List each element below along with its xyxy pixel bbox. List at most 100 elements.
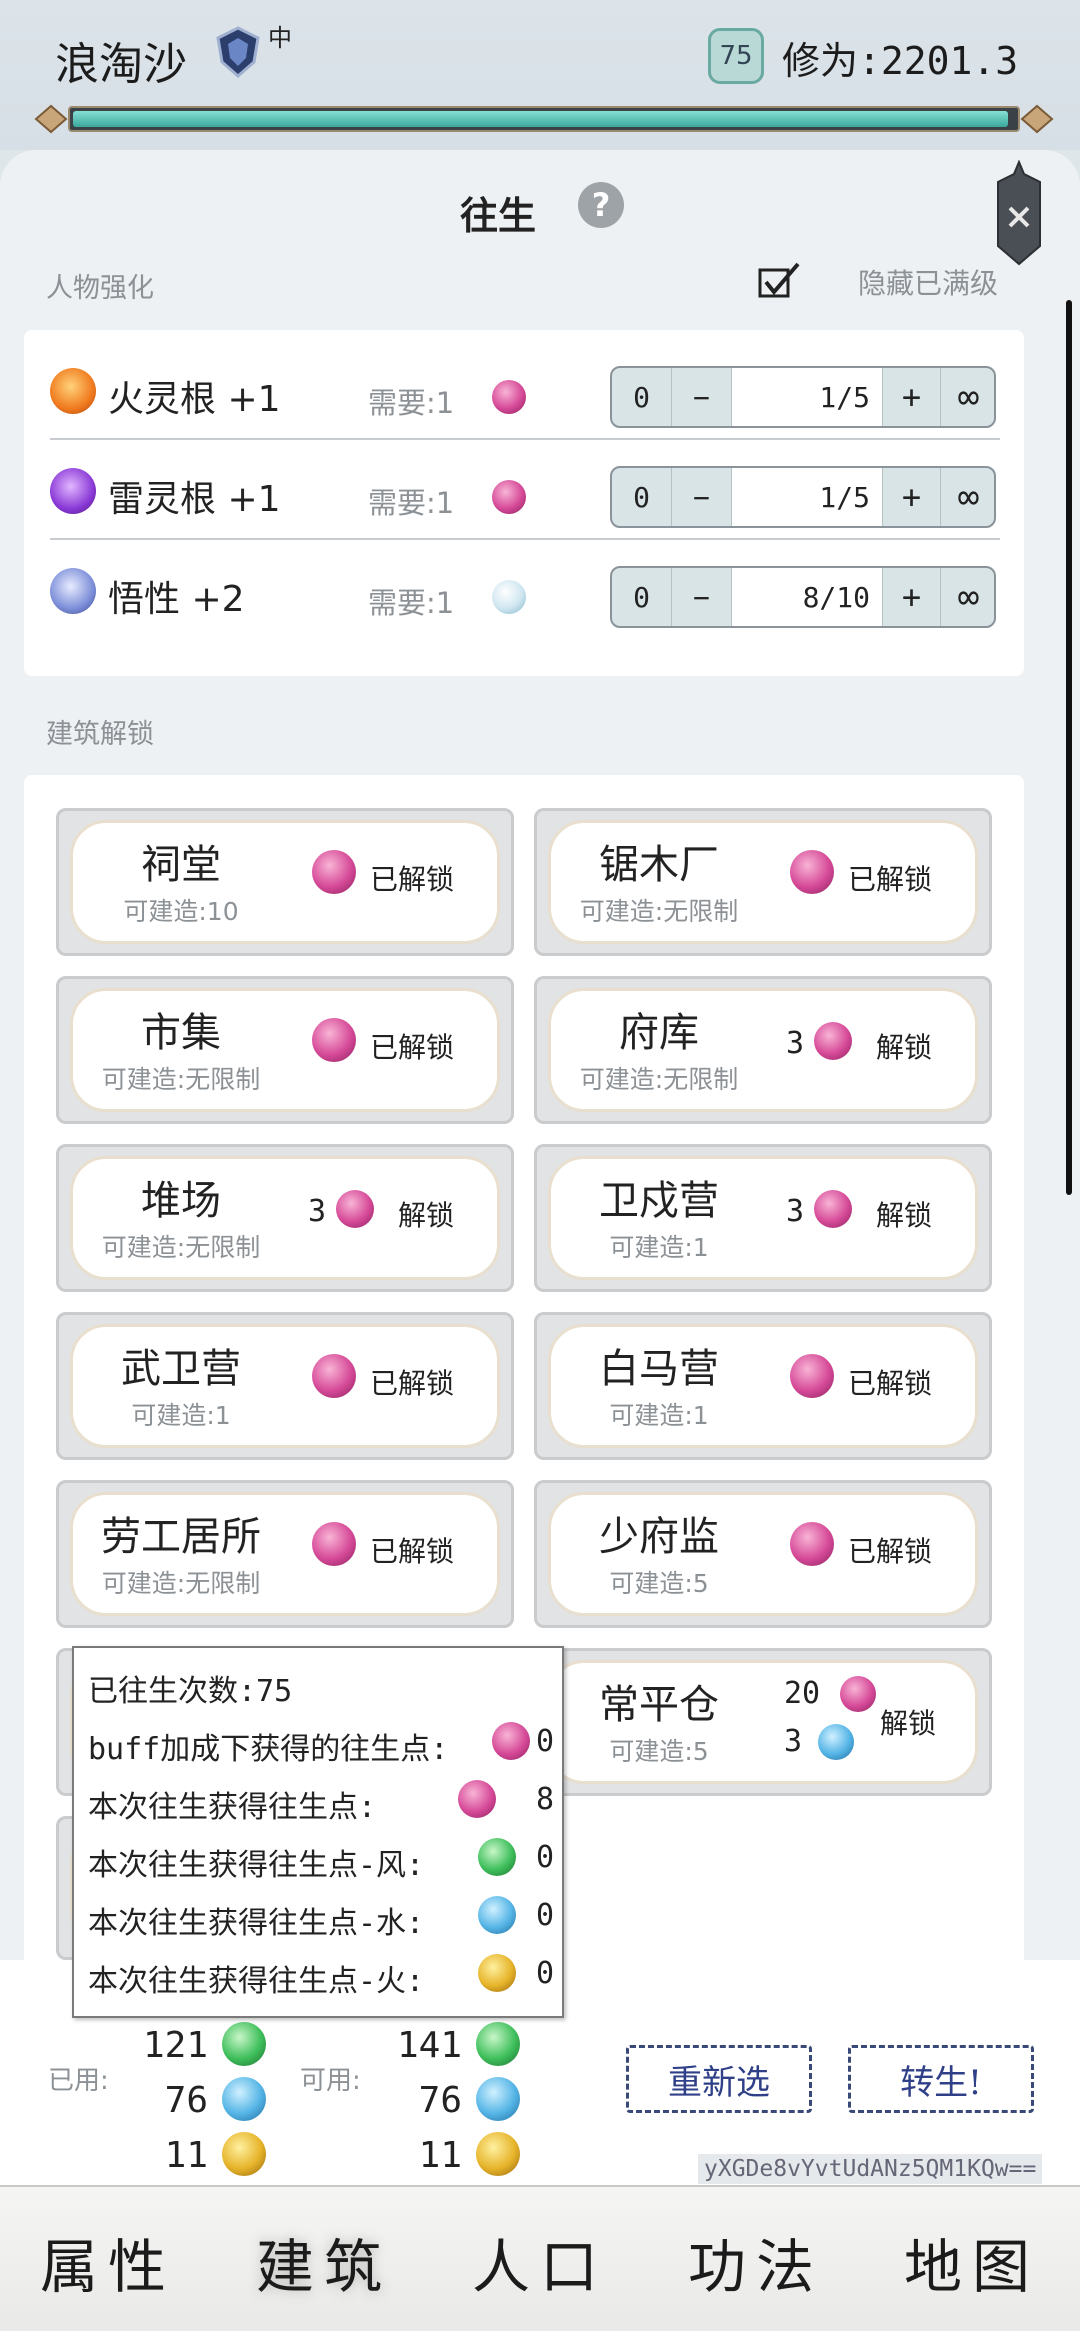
stepper-value[interactable]: 8/10: [732, 568, 882, 626]
fire-points-label: 本次往生获得往生点-火:: [88, 1964, 425, 1999]
pink-point-icon: [840, 1676, 876, 1712]
attribute-stepper: 0 − 1/5 + ∞: [610, 466, 996, 528]
unlock-status: 已解锁: [370, 863, 455, 896]
building-limit: 可建造:无限制: [101, 1065, 261, 1094]
building-limit: 可建造:10: [123, 897, 239, 926]
stepper-value[interactable]: 1/5: [732, 468, 882, 526]
pink-point-icon: [790, 850, 834, 894]
nav-attributes[interactable]: 属性: [0, 2207, 216, 2317]
building-name: 卫戍营: [599, 1178, 719, 1224]
building-limit: 可建造:1: [609, 1233, 709, 1262]
building-card[interactable]: 白马营 可建造:1 已解锁: [534, 1312, 992, 1460]
building-card[interactable]: 常平仓 可建造:5 20 3 解锁: [534, 1648, 992, 1796]
decrement-button[interactable]: −: [672, 468, 732, 526]
max-button[interactable]: ∞: [940, 468, 994, 526]
rebirth-button[interactable]: 转生!: [848, 2045, 1034, 2113]
set-zero-button[interactable]: 0: [612, 468, 672, 526]
hide-maxed-checkbox[interactable]: [758, 262, 800, 300]
building-card[interactable]: 祠堂 可建造:10 已解锁: [56, 808, 514, 956]
pink-point-icon: [492, 480, 526, 514]
fire-root-icon: [50, 368, 96, 414]
player-name: 浪淘沙: [55, 39, 187, 90]
gold-point-icon: [478, 1954, 516, 1992]
pink-point-icon: [336, 1190, 374, 1228]
unlock-button[interactable]: 解锁: [880, 1702, 936, 1742]
building-limit: 可建造:无限制: [579, 897, 739, 926]
scrollbar[interactable]: [1066, 300, 1072, 1195]
building-card[interactable]: 堆场 可建造:无限制 3 解锁: [56, 1144, 514, 1292]
close-button[interactable]: [990, 159, 1048, 270]
unlock-button[interactable]: 解锁: [876, 1026, 932, 1066]
water-points-label: 本次往生获得往生点-水:: [88, 1906, 425, 1941]
set-zero-button[interactable]: 0: [612, 568, 672, 626]
nav-buildings[interactable]: 建筑: [216, 2207, 432, 2317]
building-name: 少府监: [599, 1514, 719, 1560]
building-limit: 可建造:5: [609, 1737, 709, 1766]
unlock-button[interactable]: 解锁: [398, 1194, 454, 1234]
wind-points-value: 0: [535, 1840, 554, 1875]
rebirth-info-tooltip: 已往生次数:75 buff加成下获得的往生点: 0 本次往生获得往生点: 8 本…: [72, 1646, 564, 2018]
set-zero-button[interactable]: 0: [612, 368, 672, 426]
reselect-button[interactable]: 重新选: [626, 2045, 812, 2113]
unlock-cost: 3: [786, 1026, 805, 1061]
unlock-status: 已解锁: [370, 1367, 455, 1400]
decrement-button[interactable]: −: [672, 368, 732, 426]
building-name: 常平仓: [599, 1682, 719, 1728]
nav-population[interactable]: 人口: [432, 2207, 648, 2317]
increment-button[interactable]: +: [882, 468, 940, 526]
building-card[interactable]: 市集 可建造:无限制 已解锁: [56, 976, 514, 1124]
cultivation-progress-bar: [34, 98, 1054, 140]
unlock-button[interactable]: 解锁: [876, 1194, 932, 1234]
rank-label: 中: [268, 24, 292, 52]
building-limit: 可建造:5: [609, 1569, 709, 1598]
tooltip-row: 本次往生获得往生点-风: 0: [88, 1828, 554, 1884]
gain-points-label: 本次往生获得往生点:: [88, 1790, 377, 1825]
attribute-name: 火灵根 +1: [108, 379, 281, 420]
unlock-cost: 3: [786, 1194, 805, 1229]
nav-techniques[interactable]: 功法: [648, 2207, 864, 2317]
building-card[interactable]: 卫戍营 可建造:1 3 解锁: [534, 1144, 992, 1292]
building-limit: 可建造:1: [131, 1401, 231, 1430]
available-gold-count: 11: [418, 2135, 462, 2176]
nav-map[interactable]: 地图: [864, 2207, 1080, 2317]
building-card[interactable]: 锯木厂 可建造:无限制 已解锁: [534, 808, 992, 956]
tooltip-row: 本次往生获得往生点: 8: [88, 1770, 554, 1826]
available-pink-count: 141: [396, 2025, 462, 2066]
used-gold-count: 11: [164, 2135, 208, 2176]
increment-button[interactable]: +: [882, 568, 940, 626]
section-buildings-label: 建筑解锁: [46, 719, 154, 750]
section-attributes-label: 人物强化: [46, 273, 154, 304]
unlock-status: 已解锁: [370, 1031, 455, 1064]
gain-points-value: 8: [535, 1782, 554, 1817]
building-card[interactable]: 武卫营 可建造:1 已解锁: [56, 1312, 514, 1460]
gold-point-icon: [476, 2132, 520, 2176]
building-name: 劳工居所: [101, 1514, 261, 1560]
stepper-value[interactable]: 1/5: [732, 368, 882, 426]
water-points-value: 0: [535, 1898, 554, 1933]
attribute-row-insight: 悟性 +2 需要:1 0 − 8/10 + ∞: [24, 540, 1024, 640]
attribute-row-thunder: 雷灵根 +1 需要:1 0 − 1/5 + ∞: [24, 440, 1024, 540]
max-button[interactable]: ∞: [940, 568, 994, 626]
bottom-nav: 属性 建筑 人口 功法 地图: [0, 2185, 1080, 2331]
unlock-status: 已解锁: [848, 863, 933, 896]
unlock-cost-secondary: 3: [784, 1724, 803, 1759]
increment-button[interactable]: +: [882, 368, 940, 426]
building-card[interactable]: 少府监 可建造:5 已解锁: [534, 1480, 992, 1628]
building-name: 府库: [619, 1010, 699, 1056]
help-icon[interactable]: ?: [578, 182, 624, 228]
tooltip-row: 本次往生获得往生点-水: 0: [88, 1886, 554, 1942]
used-label: 已用:: [48, 2066, 109, 2096]
pink-point-icon: [814, 1190, 852, 1228]
pink-point-icon: [458, 1780, 496, 1818]
decrement-button[interactable]: −: [672, 568, 732, 626]
max-button[interactable]: ∞: [940, 368, 994, 426]
used-blue-count: 76: [164, 2080, 208, 2121]
insight-icon: [50, 568, 96, 614]
cultivation-value: 修为:2201.3: [782, 39, 1019, 83]
building-card[interactable]: 劳工居所 可建造:无限制 已解锁: [56, 1480, 514, 1628]
building-limit: 可建造:无限制: [579, 1065, 739, 1094]
attribute-name: 雷灵根 +1: [108, 479, 281, 520]
pink-point-icon: [492, 380, 526, 414]
tooltip-row: 已往生次数:75: [88, 1654, 554, 1710]
building-card[interactable]: 府库 可建造:无限制 3 解锁: [534, 976, 992, 1124]
